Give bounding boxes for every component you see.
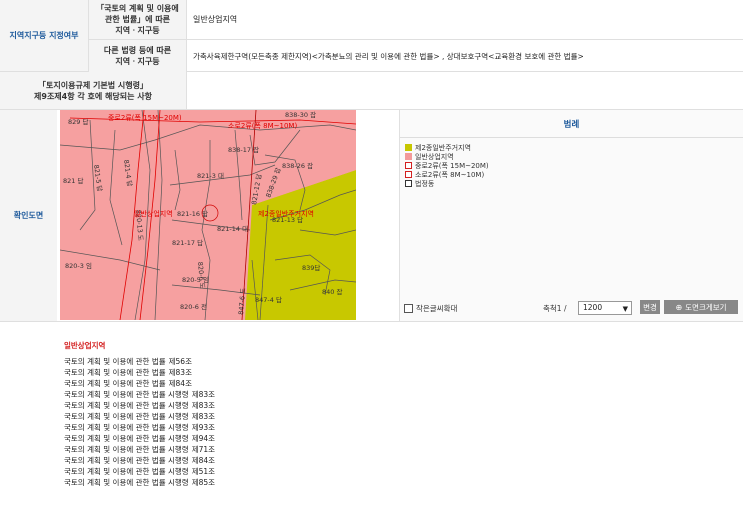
map-zone-label: 소로2류(폭 8M~10M)	[228, 122, 297, 130]
related-laws-heading: 일반상업지역	[64, 341, 106, 350]
law-item: 국토의 계획 및 이용에 관한 법률 제84조	[64, 378, 464, 389]
law-article-link[interactable]: 제84조	[192, 456, 215, 465]
chevron-down-icon: ▼	[622, 305, 628, 313]
law-name: 국토의 계획 및 이용에 관한 법률 시행령	[64, 423, 189, 432]
law-item: 국토의 계획 및 이용에 관한 법률 제83조	[64, 367, 464, 378]
legend-title: 범례	[400, 110, 743, 138]
other-law-label: 다른 법령 등에 따른 지역ㆍ지구등	[88, 40, 186, 72]
law-item: 국토의 계획 및 이용에 관한 법률 시행령 제84조	[64, 455, 464, 466]
change-scale-button[interactable]: 변경	[640, 300, 660, 314]
confirmation-map-label: 확인도면	[0, 110, 57, 321]
law-article-link[interactable]: 제71조	[192, 445, 215, 454]
map-lot-label: 821-14 대	[217, 225, 248, 233]
legend-swatch	[405, 162, 412, 169]
land-regulation-value	[186, 72, 743, 109]
law-name: 국토의 계획 및 이용에 관한 법률 시행령	[64, 390, 189, 399]
zoning-designation-row: 지역지구등 지정여부 「국토의 계획 및 이용에 관한 법률」에 따른 지역ㆍ지…	[0, 0, 743, 72]
scale-select[interactable]: 1200 ▼	[578, 301, 632, 315]
other-law-value: 가축사육제한구역(모든축종 제한지역)<가축분뇨의 관리 및 이용에 관한 법률…	[186, 40, 743, 72]
cadastral-map[interactable]: 829 답 838-30 잡 838-17 잡 838-26 잡 821-3 대…	[60, 110, 356, 320]
map-zone-label: 일반상업지역	[134, 209, 173, 218]
legend-item-small-road: 소로2류(폭 8M~10M)	[405, 170, 743, 179]
law-item: 국토의 계획 및 이용에 관한 법률 시행령 제93조	[64, 422, 464, 433]
legend-swatch	[405, 144, 412, 151]
map-lot-label: 839답	[302, 264, 320, 272]
map-lot-label: 820-6 전	[180, 302, 207, 311]
map-lot-label: 821-16 답	[177, 210, 208, 218]
map-canvas: 829 답 838-30 잡 838-17 잡 838-26 잡 821-3 대…	[60, 110, 356, 320]
legend-item-residential-2: 제2종일반주거지역	[405, 143, 743, 152]
legend-panel: 범례 제2종일반주거지역 일반상업지역 중로2류(폭 15M~20M) 소로2류…	[399, 110, 743, 321]
law-article-link[interactable]: 제94조	[192, 434, 215, 443]
law-name: 국토의 계획 및 이용에 관한 법률 시행령	[64, 401, 189, 410]
law-item: 국토의 계획 및 이용에 관한 법률 시행령 제83조	[64, 411, 464, 422]
law-article-link[interactable]: 제84조	[169, 379, 192, 388]
national-land-law-value: 일반상업지역	[186, 0, 743, 40]
legend-swatch	[405, 171, 412, 178]
scale-label: 축척1 /	[543, 304, 567, 313]
law-article-link[interactable]: 제51조	[192, 467, 215, 476]
law-article-link[interactable]: 제83조	[192, 401, 215, 410]
law-name: 국토의 계획 및 이용에 관한 법률 시행령	[64, 456, 189, 465]
law-name: 국토의 계획 및 이용에 관한 법률 시행령	[64, 434, 189, 443]
law-name: 국토의 계획 및 이용에 관한 법률	[64, 357, 166, 366]
map-lot-label: 821-3 대	[197, 172, 224, 180]
related-laws-list: 일반상업지역 국토의 계획 및 이용에 관한 법률 제56조 국토의 계획 및 이용…	[64, 340, 464, 488]
law-name: 국토의 계획 및 이용에 관한 법률 시행령	[64, 467, 189, 476]
map-lot-label: 838-26 잡	[282, 162, 313, 170]
law-article-link[interactable]: 제93조	[192, 423, 215, 432]
law-item: 국토의 계획 및 이용에 관한 법률 시행령 제83조	[64, 389, 464, 400]
law-article-link[interactable]: 제83조	[192, 412, 215, 421]
law-item: 국토의 계획 및 이용에 관한 법률 시행령 제83조	[64, 400, 464, 411]
map-lot-label: 840 잡	[322, 288, 342, 296]
land-regulation-row: 「토지이용규제 기본법 시행령」 제9조제4항 각 호에 해당되는 사항	[0, 72, 743, 110]
map-lot-label: 838-17 잡	[228, 146, 259, 154]
map-controls: 작은글씨확대 축척1 / 1200 ▼ 변경 ⊕ 도면크게보기	[400, 300, 743, 320]
law-item: 국토의 계획 및 이용에 관한 법률 시행령 제51조	[64, 466, 464, 477]
view-large-map-button[interactable]: ⊕ 도면크게보기	[664, 300, 738, 314]
map-zone-label: 제2종일반주거지역	[258, 209, 314, 218]
law-name: 국토의 계획 및 이용에 관한 법률 시행령	[64, 478, 189, 487]
map-lot-label: 847-4 답	[255, 296, 282, 304]
zoning-designation-label: 지역지구등 지정여부	[0, 0, 88, 71]
map-lot-label: 838-30 잡	[285, 111, 316, 119]
law-name: 국토의 계획 및 이용에 관한 법률 시행령	[64, 412, 189, 421]
law-article-link[interactable]: 제83조	[192, 390, 215, 399]
law-items: 국토의 계획 및 이용에 관한 법률 제56조 국토의 계획 및 이용에 관한 법률…	[64, 356, 464, 488]
national-land-law-label: 「국토의 계획 및 이용에 관한 법률」에 따른 지역ㆍ지구등	[88, 0, 186, 40]
enlarge-text-checkbox[interactable]	[404, 304, 413, 313]
map-lot-label: 820-3 임	[65, 262, 92, 270]
magnifier-icon: ⊕	[675, 302, 683, 312]
law-name: 국토의 계획 및 이용에 관한 법률 시행령	[64, 445, 189, 454]
law-item: 국토의 계획 및 이용에 관한 법률 시행령 제71조	[64, 444, 464, 455]
law-item: 국토의 계획 및 이용에 관한 법률 시행령 제94조	[64, 433, 464, 444]
law-article-link[interactable]: 제83조	[169, 368, 192, 377]
map-lot-label: 829 답	[68, 118, 88, 126]
law-article-link[interactable]: 제85조	[192, 478, 215, 487]
map-lot-label: 821 답	[63, 177, 83, 185]
law-item: 국토의 계획 및 이용에 관한 법률 시행령 제85조	[64, 477, 464, 488]
legend-swatch	[405, 180, 412, 187]
map-zone-label: 중로2류(폭 15M~20M)	[108, 114, 182, 122]
land-regulation-label: 「토지이용규제 기본법 시행령」 제9조제4항 각 호에 해당되는 사항	[0, 72, 186, 109]
enlarge-text-label[interactable]: 작은글씨확대	[416, 303, 457, 314]
scale-select-value: 1200	[583, 303, 603, 312]
law-name: 국토의 계획 및 이용에 관한 법률	[64, 379, 166, 388]
legend-item-legal-dong: 법정동	[405, 179, 743, 188]
law-item: 국토의 계획 및 이용에 관한 법률 제56조	[64, 356, 464, 367]
map-lot-label: 821-17 답	[172, 239, 203, 247]
law-name: 국토의 계획 및 이용에 관한 법률	[64, 368, 166, 377]
legend-list: 제2종일반주거지역 일반상업지역 중로2류(폭 15M~20M) 소로2류(폭 …	[400, 138, 743, 188]
legend-swatch	[405, 153, 412, 160]
law-article-link[interactable]: 제56조	[169, 357, 192, 366]
